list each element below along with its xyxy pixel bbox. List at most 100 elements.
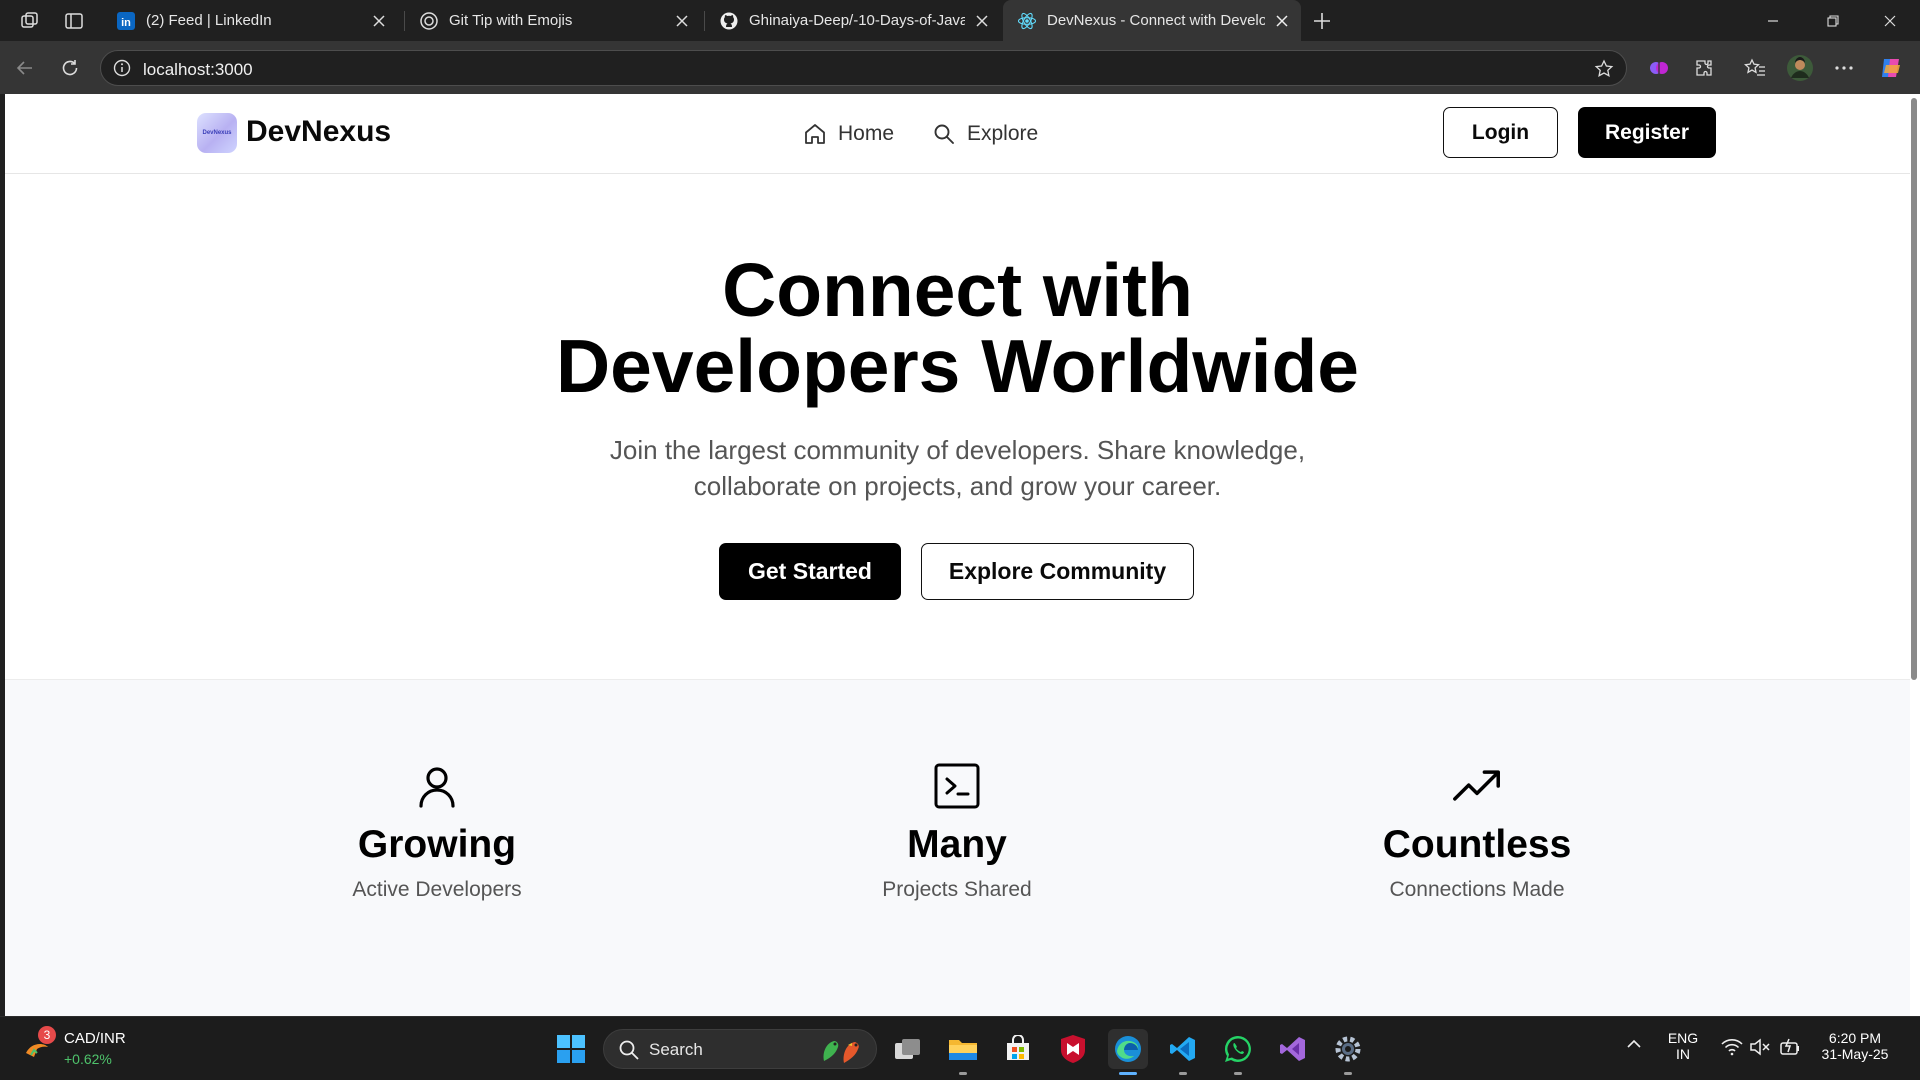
workspaces-icon[interactable]	[17, 8, 43, 34]
close-tab-icon[interactable]	[370, 12, 388, 30]
nav-explore-link[interactable]: Explore	[931, 120, 1038, 148]
tab-git-tip[interactable]: Git Tip with Emojis	[405, 0, 701, 41]
tab-linkedin[interactable]: in (2) Feed | LinkedIn	[102, 0, 398, 41]
close-tab-icon[interactable]	[673, 12, 691, 30]
tab-devnexus[interactable]: DevNexus - Connect with Develop	[1003, 0, 1301, 41]
notification-badge: 3	[38, 1026, 56, 1044]
browser-toolbar: localhost:3000	[0, 41, 1920, 94]
running-indicator	[1344, 1072, 1352, 1075]
region-code: IN	[1676, 1046, 1690, 1062]
svg-text:in: in	[121, 17, 131, 29]
extension-brain-icon[interactable]	[1644, 53, 1674, 83]
ticker-symbol[interactable]: CAD/INR	[64, 1030, 126, 1047]
stats-section: Growing Active Developers Many Projects …	[5, 679, 1910, 1016]
wifi-icon[interactable]	[1721, 1038, 1743, 1056]
settings-icon[interactable]	[1328, 1029, 1368, 1069]
hero-subtitle-line: Join the largest community of developers…	[609, 435, 1306, 465]
windows-taskbar: 3 CAD/INR +0.62% Search ENG IN 6:20 PM 3…	[0, 1016, 1920, 1080]
nav-home-link[interactable]: Home	[802, 120, 894, 148]
taskbar-search[interactable]: Search	[603, 1029, 877, 1069]
minimize-icon[interactable]	[1745, 0, 1801, 41]
linkedin-icon: in	[116, 11, 136, 31]
stat-card: Growing Active Developers	[237, 680, 637, 1016]
address-bar[interactable]: localhost:3000	[100, 50, 1627, 86]
restore-icon[interactable]	[1805, 0, 1861, 41]
profile-avatar[interactable]	[1785, 53, 1815, 83]
battery-charging-icon[interactable]	[1779, 1037, 1801, 1057]
tab-title: (2) Feed | LinkedIn	[146, 12, 272, 29]
copilot-icon[interactable]	[1876, 53, 1906, 83]
hero-title-line: Connect with	[722, 248, 1193, 332]
stat-label: Projects Shared	[882, 878, 1032, 901]
nav-explore-label: Explore	[967, 122, 1039, 145]
more-options-icon[interactable]	[1829, 53, 1859, 83]
hero-subtitle: Join the largest community of developers…	[5, 432, 1910, 504]
scrollbar-thumb[interactable]	[1911, 98, 1917, 680]
browser-tab-strip: in (2) Feed | LinkedIn Git Tip with Emoj…	[0, 0, 1920, 41]
vscode-icon[interactable]	[1163, 1029, 1203, 1069]
stat-card: Countless Connections Made	[1277, 680, 1677, 1016]
edge-icon[interactable]	[1108, 1029, 1148, 1069]
clock-time: 6:20 PM	[1828, 1030, 1882, 1046]
language-indicator[interactable]: ENG IN	[1663, 1030, 1703, 1062]
volume-muted-icon[interactable]	[1749, 1038, 1771, 1056]
chatgpt-icon	[419, 11, 439, 31]
visual-studio-icon[interactable]	[1273, 1029, 1313, 1069]
mcafee-icon[interactable]	[1053, 1029, 1093, 1069]
ticker-change: +0.62%	[64, 1051, 112, 1067]
close-window-icon[interactable]	[1862, 0, 1918, 41]
trending-up-icon	[1453, 762, 1501, 810]
home-icon	[802, 121, 828, 147]
stat-card: Many Projects Shared	[757, 680, 1157, 1016]
stat-label: Connections Made	[1389, 878, 1565, 901]
refresh-icon[interactable]	[55, 53, 85, 83]
back-icon[interactable]	[10, 53, 40, 83]
favorite-star-icon[interactable]	[1594, 59, 1614, 79]
url-text[interactable]: localhost:3000	[143, 60, 253, 80]
clock[interactable]: 6:20 PM 31-May-25	[1815, 1030, 1895, 1062]
stat-value: Many	[907, 823, 1007, 866]
running-indicator	[1179, 1072, 1187, 1075]
stat-label: Active Developers	[352, 878, 522, 901]
file-explorer-icon[interactable]	[943, 1029, 983, 1069]
tab-github[interactable]: Ghinaiya-Deep/-10-Days-of-JavaS	[705, 0, 1001, 41]
close-tab-icon[interactable]	[973, 12, 991, 30]
favorites-icon[interactable]	[1740, 53, 1770, 83]
search-icon	[618, 1039, 640, 1061]
extensions-icon[interactable]	[1689, 53, 1719, 83]
clock-date: 31-May-25	[1821, 1046, 1889, 1062]
search-label: Search	[649, 1040, 703, 1059]
brand-name[interactable]: DevNexus	[246, 115, 391, 149]
brand-logo[interactable]: DevNexus	[197, 113, 237, 153]
vertical-tabs-icon[interactable]	[61, 8, 87, 34]
task-view-icon[interactable]	[888, 1029, 928, 1069]
active-indicator	[1119, 1072, 1137, 1075]
running-indicator	[1234, 1072, 1242, 1075]
close-tab-icon[interactable]	[1273, 12, 1291, 30]
register-button[interactable]: Register	[1578, 107, 1716, 158]
new-tab-icon[interactable]	[1309, 8, 1335, 34]
get-started-button[interactable]: Get Started	[719, 543, 901, 600]
hero-title-line: Developers Worldwide	[556, 324, 1359, 408]
site-navbar: DevNexus DevNexus Home Explore Login Reg…	[5, 94, 1910, 174]
hero-subtitle-line: collaborate on projects, and grow your c…	[693, 471, 1222, 501]
search-icon	[931, 121, 957, 147]
site-info-icon[interactable]	[113, 59, 131, 77]
hero-title: Connect with Developers Worldwide	[5, 252, 1910, 404]
stat-value: Countless	[1382, 823, 1572, 866]
stat-value: Growing	[357, 823, 517, 866]
terminal-icon	[933, 762, 981, 810]
page-viewport: DevNexus DevNexus Home Explore Login Reg…	[5, 94, 1910, 1016]
login-button[interactable]: Login	[1443, 107, 1558, 158]
running-indicator	[959, 1072, 967, 1075]
windows-start-icon[interactable]	[551, 1029, 591, 1069]
explore-community-button[interactable]: Explore Community	[921, 543, 1194, 600]
brand-logo-text: DevNexus	[202, 130, 232, 136]
search-highlight-parrot-icon	[816, 1035, 866, 1065]
nav-home-label: Home	[838, 122, 895, 145]
microsoft-store-icon[interactable]	[998, 1029, 1038, 1069]
react-icon	[1017, 11, 1037, 31]
show-hidden-icons-chevron-up-icon[interactable]	[1626, 1039, 1642, 1049]
whatsapp-icon[interactable]	[1218, 1029, 1258, 1069]
github-icon	[719, 11, 739, 31]
